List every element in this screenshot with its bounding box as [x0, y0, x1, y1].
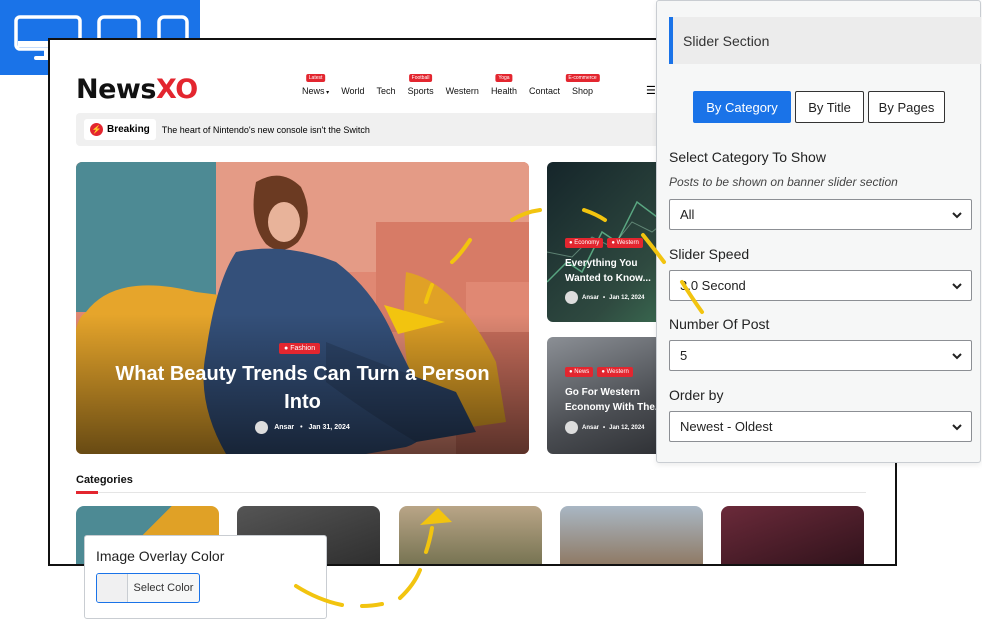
- post-date: Jan 31, 2024: [308, 424, 350, 431]
- chevron-down-icon: [952, 283, 962, 290]
- post-meta: Ansar • Jan 12, 2024: [565, 421, 645, 434]
- nav-item[interactable]: Shop E-commerce: [565, 74, 600, 96]
- category-tile[interactable]: [721, 506, 864, 564]
- chevron-down-icon: [952, 353, 962, 360]
- site-logo[interactable]: NewsXO: [76, 74, 198, 105]
- select-color-button[interactable]: Select Color: [96, 573, 200, 603]
- nav-item[interactable]: Contact: [529, 86, 560, 96]
- post-tags: ● Economy ● Western: [565, 238, 643, 248]
- hero-post[interactable]: ● Fashion What Beauty Trends Can Turn a …: [76, 162, 529, 454]
- post-count-select[interactable]: 5: [669, 340, 972, 371]
- author[interactable]: Ansar: [274, 424, 294, 431]
- nav-item[interactable]: Health Yoga: [491, 74, 517, 96]
- chevron-down-icon: ▾: [324, 90, 330, 96]
- speed-label: Slider Speed: [669, 246, 750, 262]
- category-label: Select Category To Show: [669, 149, 826, 165]
- nav-badge: E-commerce: [565, 74, 600, 82]
- overlay-color-label: Image Overlay Color: [96, 548, 225, 564]
- heading-underline: [76, 491, 98, 494]
- section-heading: Categories: [76, 474, 133, 486]
- avatar: [565, 421, 578, 434]
- chevron-down-icon: [952, 212, 962, 219]
- hero-title[interactable]: What Beauty Trends Can Turn a Person Int…: [96, 360, 509, 416]
- by-category-button[interactable]: By Category: [693, 91, 791, 123]
- nav-badge: Yoga: [495, 74, 513, 82]
- breaking-label: ⚡ Breaking: [84, 119, 156, 140]
- bolt-icon: ⚡: [90, 123, 103, 136]
- category-tag[interactable]: ● News: [565, 367, 594, 377]
- slider-settings-panel: Slider Section By Category By Title By P…: [656, 0, 981, 463]
- by-pages-button[interactable]: By Pages: [868, 91, 945, 123]
- category-tile[interactable]: [560, 506, 703, 564]
- post-count-label: Number Of Post: [669, 316, 770, 332]
- post-tags: ● News ● Western: [565, 367, 633, 377]
- category-tag[interactable]: ● Economy: [565, 238, 604, 248]
- color-swatch: [97, 574, 128, 602]
- breaking-headline[interactable]: The heart of Nintendo's new console isn'…: [162, 125, 370, 135]
- avatar: [565, 291, 578, 304]
- nav-item[interactable]: Tech: [377, 86, 396, 96]
- nav-item[interactable]: World: [341, 86, 364, 96]
- category-tag[interactable]: ● Western: [597, 367, 633, 377]
- chevron-down-icon: [952, 424, 962, 431]
- calendar-icon: •: [300, 424, 303, 431]
- category-hint: Posts to be shown on banner slider secti…: [669, 175, 898, 189]
- order-select[interactable]: Newest - Oldest: [669, 411, 972, 442]
- speed-select[interactable]: 3.0 Second: [669, 270, 972, 301]
- nav-item[interactable]: Sports Football: [408, 74, 434, 96]
- divider: [76, 492, 866, 493]
- menu-icon[interactable]: ☰: [646, 84, 656, 97]
- nav-badge: Football: [408, 74, 433, 82]
- post-meta: Ansar • Jan 31, 2024: [76, 421, 529, 434]
- breaking-news-bar: ⚡ Breaking The heart of Nintendo's new c…: [76, 113, 666, 146]
- panel-title: Slider Section: [669, 17, 981, 64]
- post-meta: Ansar • Jan 12, 2024: [565, 291, 645, 304]
- nav-item[interactable]: News ▾ Latest: [302, 74, 330, 96]
- main-nav: News ▾ Latest World Tech Sports Football Weste…: [302, 74, 600, 96]
- category-tag[interactable]: ● Western: [607, 238, 643, 248]
- order-label: Order by: [669, 387, 724, 403]
- overlay-color-panel: Image Overlay Color Select Color: [84, 535, 327, 619]
- nav-badge: Latest: [305, 74, 326, 82]
- nav-item[interactable]: Western: [446, 86, 479, 96]
- avatar: [255, 421, 269, 434]
- by-title-button[interactable]: By Title: [795, 91, 864, 123]
- category-tile[interactable]: [399, 506, 542, 564]
- category-select[interactable]: All: [669, 199, 972, 230]
- category-tag[interactable]: ● Fashion: [279, 343, 321, 354]
